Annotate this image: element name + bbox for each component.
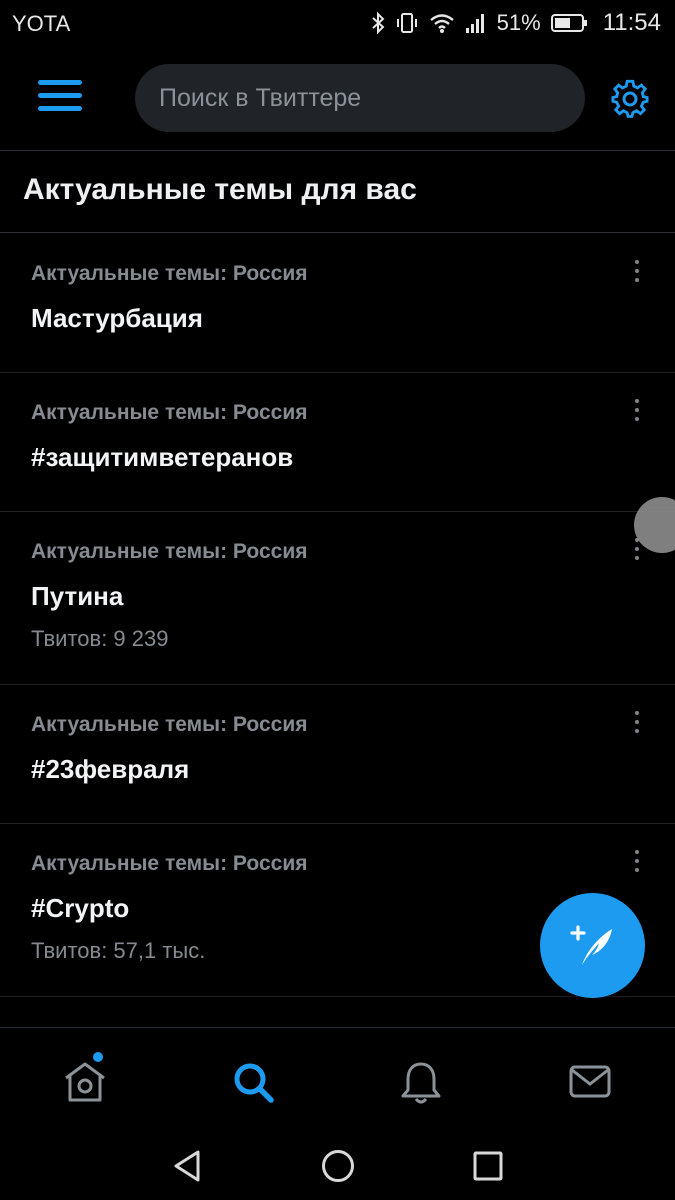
signal-icon: [465, 14, 484, 33]
back-icon: [174, 1150, 200, 1182]
trend-context: Актуальные темы: Россия: [31, 401, 308, 424]
more-options-button[interactable]: [629, 399, 645, 429]
system-navigation-bar: [0, 1130, 675, 1200]
home-icon: [65, 1062, 105, 1102]
system-recents-button[interactable]: [471, 1148, 505, 1189]
search-input[interactable]: Поиск в Твиттере: [135, 64, 585, 132]
top-app-bar: Поиск в Твиттере: [0, 46, 675, 151]
trend-context: Актуальные темы: Россия: [31, 713, 308, 736]
home-circle-icon: [322, 1150, 354, 1182]
wifi-icon: [429, 14, 454, 33]
trend-tweet-count: Твитов: 9 239: [31, 626, 169, 651]
section-header: Актуальные темы для вас: [0, 151, 675, 233]
trend-context: Актуальные темы: Россия: [31, 540, 308, 563]
trend-name: #защитимветеранов: [31, 442, 294, 472]
search-placeholder: Поиск в Твиттере: [159, 83, 362, 112]
section-title: Актуальные темы для вас: [23, 173, 417, 206]
trend-item[interactable]: Актуальные темы: Россия #23февраля: [0, 685, 675, 824]
vibrate-icon: [396, 13, 417, 33]
settings-button[interactable]: [606, 75, 654, 123]
trend-context: Актуальные темы: Россия: [31, 852, 308, 875]
search-icon: [234, 1063, 274, 1103]
trend-item[interactable]: Актуальные темы: Россия #защитимветерано…: [0, 373, 675, 512]
clock: 11:54: [602, 9, 661, 36]
battery-percent: 51%: [496, 10, 541, 35]
more-options-button[interactable]: [629, 711, 645, 741]
trend-context: Актуальные темы: Россия: [31, 262, 308, 285]
trend-name: Путина: [31, 581, 124, 611]
compose-tweet-button[interactable]: [540, 893, 645, 998]
status-icons: 51% 11:54: [371, 9, 661, 37]
messages-icon: [569, 1065, 611, 1098]
system-back-button[interactable]: [170, 1148, 204, 1189]
compose-tweet-icon: [570, 925, 612, 965]
gear-icon: [611, 79, 649, 118]
new-content-badge: [93, 1052, 103, 1062]
system-home-button[interactable]: [320, 1148, 356, 1189]
trend-item[interactable]: Актуальные темы: Россия Путина Твитов: 9…: [0, 512, 675, 685]
nav-messages[interactable]: [565, 1058, 615, 1106]
trend-name: #23февраля: [31, 754, 190, 784]
trend-item[interactable]: Актуальные темы: Россия Мастурбация: [0, 234, 675, 373]
carrier-label: YOTA: [12, 11, 71, 36]
trend-name: #Crypto: [31, 893, 130, 923]
battery-icon: [550, 14, 587, 32]
nav-notifications[interactable]: [396, 1058, 446, 1106]
notifications-icon: [401, 1062, 441, 1104]
menu-icon: [38, 80, 82, 111]
nav-home[interactable]: [60, 1052, 110, 1106]
bluetooth-icon: [372, 11, 385, 35]
bottom-navigation: [0, 1027, 675, 1131]
trend-tweet-count: Твитов: 57,1 тыс.: [31, 938, 206, 963]
recents-icon: [473, 1151, 503, 1181]
more-options-button[interactable]: [629, 260, 645, 290]
nav-search[interactable]: [228, 1058, 278, 1106]
menu-button[interactable]: [38, 80, 82, 118]
status-bar: YOTA 51% 11:54: [0, 0, 675, 46]
more-options-button[interactable]: [629, 850, 645, 880]
trend-name: Мастурбация: [31, 303, 203, 333]
